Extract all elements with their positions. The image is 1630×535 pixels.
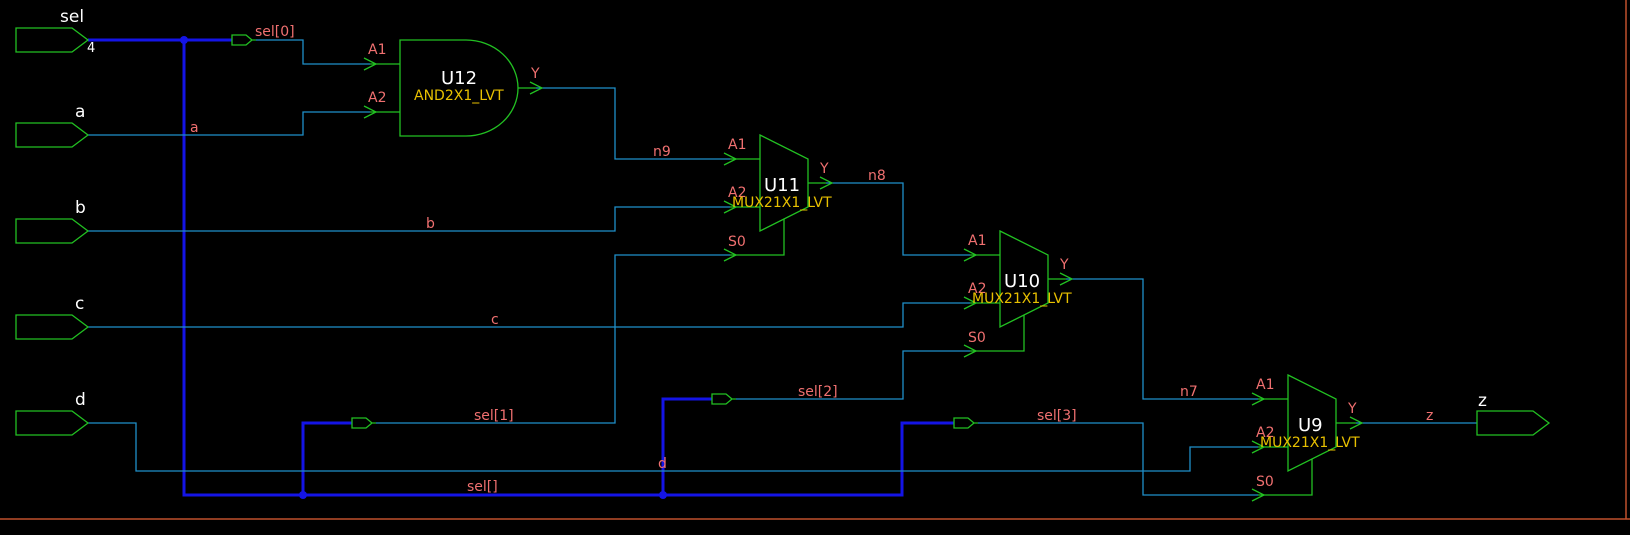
u10-type: MUX21X1_LVT — [972, 291, 1072, 307]
wire-sel2[interactable] — [736, 350, 970, 400]
u12-type: AND2X1_LVT — [414, 88, 504, 104]
net-label-sel0: sel[0] — [255, 24, 295, 40]
u9-pin-a1: A1 — [1256, 377, 1274, 393]
u10-pin-s0: S0 — [968, 330, 986, 346]
port-z[interactable]: z — [1476, 391, 1551, 436]
port-sel-label: sel — [60, 7, 84, 27]
port-b-label: b — [75, 198, 86, 218]
bus-ripper-sel0 — [231, 34, 256, 46]
u12-pin-a2: A2 — [368, 90, 386, 106]
u11-name: U11 — [764, 175, 800, 196]
u12-name: U12 — [441, 68, 477, 89]
net-label-n7: n7 — [1180, 384, 1198, 400]
port-sel[interactable]: sel 4 — [15, 7, 95, 56]
wire-d[interactable] — [88, 422, 1258, 472]
net-label-b: b — [426, 216, 435, 232]
port-d-label: d — [75, 390, 86, 410]
u11-pin-s0: S0 — [728, 234, 746, 250]
port-a-label: a — [75, 102, 85, 122]
u11-pin-y: Y — [819, 161, 829, 177]
u10-name: U10 — [1004, 271, 1040, 292]
net-label-a: a — [190, 120, 199, 136]
wire-n8[interactable] — [826, 182, 970, 256]
port-c[interactable]: c — [15, 294, 90, 340]
schematic-canvas: sel 4 a b c d z A1 A2 Y U12 AND2X1_LVT A… — [0, 0, 1630, 520]
net-label-sel2: sel[2] — [798, 384, 838, 400]
port-z-label: z — [1478, 391, 1487, 411]
u9-pin-y: Y — [1347, 401, 1357, 417]
net-label-sel3: sel[3] — [1037, 408, 1077, 424]
wire-n7[interactable] — [1066, 278, 1258, 400]
net-label-z: z — [1426, 408, 1433, 424]
u11-type: MUX21X1_LVT — [732, 195, 832, 211]
cell-u9[interactable]: A1 A2 S0 Y U9 MUX21X1_LVT — [1251, 373, 1364, 502]
net-label-c: c — [491, 312, 499, 328]
cell-u12[interactable]: A1 A2 Y U12 AND2X1_LVT — [363, 39, 544, 137]
sel-bus[interactable] — [88, 36, 954, 499]
cell-u10[interactable]: A1 A2 S0 Y U10 MUX21X1_LVT — [963, 229, 1074, 358]
net-label-sel-bus: sel[] — [467, 479, 498, 495]
u9-type: MUX21X1_LVT — [1260, 435, 1360, 451]
port-c-label: c — [75, 294, 84, 314]
bus-ripper-sel1 — [351, 417, 376, 429]
wire-c[interactable] — [88, 302, 970, 328]
wire-a[interactable] — [88, 111, 370, 136]
port-sel-width: 4 — [87, 41, 95, 56]
bus-ripper-sel2 — [711, 393, 736, 405]
net-label-n8: n8 — [868, 168, 886, 184]
port-a[interactable]: a — [15, 102, 90, 148]
wire-sel0[interactable] — [256, 39, 370, 65]
cell-u11[interactable]: A1 A2 S0 Y U11 MUX21X1_LVT — [723, 133, 834, 262]
u9-pin-s0: S0 — [1256, 474, 1274, 490]
u10-pin-a1: A1 — [968, 233, 986, 249]
wire-sel3[interactable] — [978, 422, 1258, 496]
port-b[interactable]: b — [15, 198, 90, 244]
net-label-n9: n9 — [653, 144, 671, 160]
port-d[interactable]: d — [15, 390, 90, 436]
u12-pin-a1: A1 — [368, 42, 386, 58]
u12-pin-y: Y — [530, 66, 540, 82]
u11-pin-a1: A1 — [728, 137, 746, 153]
net-label-sel1: sel[1] — [474, 408, 514, 424]
u10-pin-y: Y — [1059, 257, 1069, 273]
u9-name: U9 — [1298, 415, 1323, 436]
net-label-d: d — [658, 456, 667, 472]
wire-n9[interactable] — [536, 87, 730, 160]
bus-ripper-sel3 — [953, 417, 978, 429]
